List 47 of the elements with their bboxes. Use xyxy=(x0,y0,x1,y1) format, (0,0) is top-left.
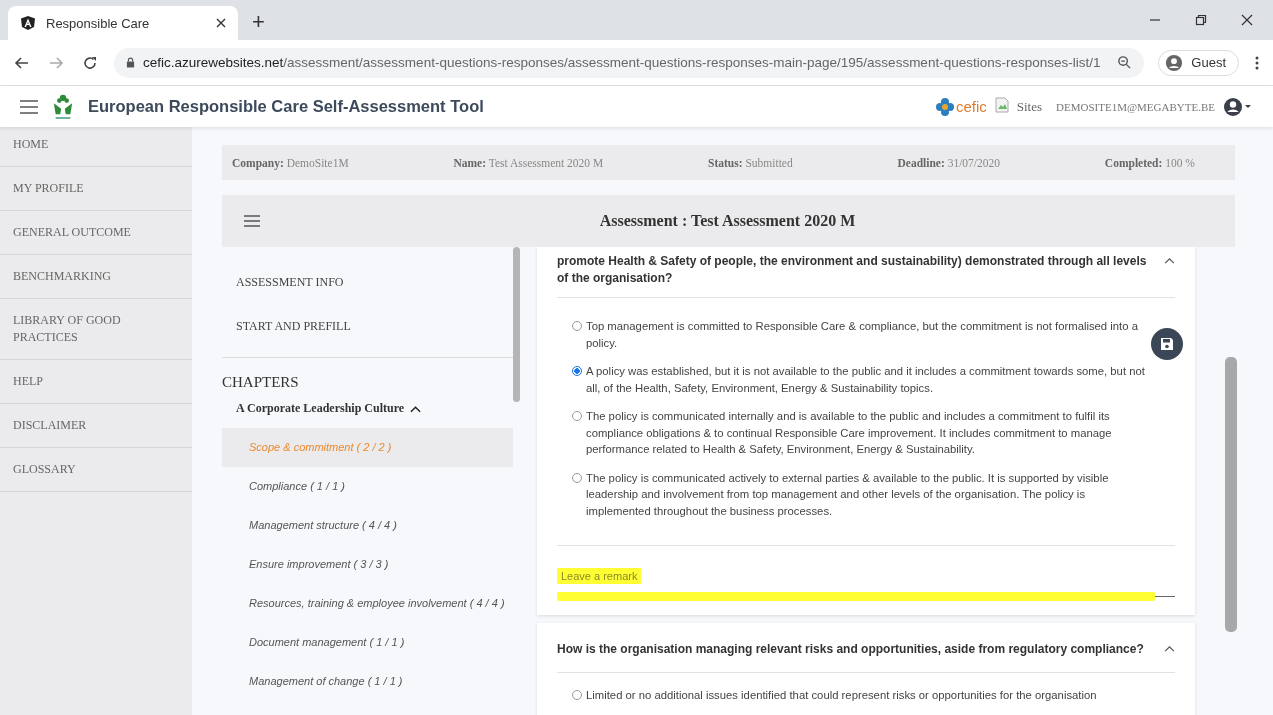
save-button[interactable] xyxy=(1151,328,1183,360)
account-menu-icon[interactable] xyxy=(1223,96,1253,117)
question-text: How is the organisation managing relevant risks and opportunities, aside from regulatory compliance? xyxy=(557,641,1145,658)
option-text: A policy was established, but it is not available to the public and it includes a commitment towards some, but not all, of the Health, Safety, Environment, Energy & Sustainability topics. xyxy=(586,364,1145,396)
section-item[interactable]: Document management ( 1 / 1 ) xyxy=(222,623,513,662)
chevron-icon xyxy=(410,404,422,413)
option-text: Top management is committed to Responsible Care & compliance, but the commitment is not formalised into a policy. xyxy=(586,319,1139,351)
scrollbar-thumb[interactable] xyxy=(1225,357,1237,632)
nav-link[interactable]: START AND PREFILL xyxy=(236,319,351,335)
sites-link[interactable]: Sites xyxy=(1016,98,1043,115)
chapters-heading: CHAPTERS xyxy=(222,373,300,391)
nav-link[interactable]: ASSESSMENT INFO xyxy=(236,275,344,291)
user-email: DEMOSITE1M@MEGABYTE.BE xyxy=(1056,100,1215,113)
info-field: Status: Submitted xyxy=(708,156,793,169)
scrollbar-thumb[interactable] xyxy=(513,247,520,402)
menu-icon[interactable] xyxy=(244,215,260,227)
assessment-title: Assessment : Test Assessment 2020 M xyxy=(598,212,857,230)
lock-icon xyxy=(126,57,135,68)
menu-icon[interactable] xyxy=(20,99,38,114)
info-field: Company: DemoSite1M xyxy=(232,156,349,169)
section-item[interactable]: Ensure improvement ( 3 / 3 ) xyxy=(222,545,513,584)
info-field: Completed: 100 % xyxy=(1104,156,1195,169)
new-tab-button[interactable]: + xyxy=(252,10,265,34)
address-field[interactable]: cefic.azurewebsites.net/assessment/assessment-questions-responses/assessment-questions-responses-main-page/195/assessment-questions-responses-list/1 xyxy=(114,47,1145,78)
tab-title: Responsible Care xyxy=(46,15,151,31)
question-text: promote Health & Safety of people, the environment and sustainability) demonstrated through all levels of the organisation? xyxy=(557,253,1148,287)
zoom-icon[interactable] xyxy=(1117,55,1133,70)
restore-icon[interactable] xyxy=(1195,14,1207,26)
info-field: Deadline: 31/07/2020 xyxy=(897,156,1001,169)
radio-button[interactable] xyxy=(572,366,582,376)
flower-icon xyxy=(934,96,955,117)
close-icon[interactable] xyxy=(1241,14,1253,26)
app-title: European Responsible Care Self-Assessment Tool xyxy=(88,97,484,116)
option-text: The policy is communicated internally and is available to the public and includes a commitment to fulfil its compliance obligations & to continual Responsible Care improvement. It includes commitment to manage performance related to Health & Safety, Environment, Energy & Sustainability. xyxy=(586,409,1113,457)
section-item[interactable]: Management structure ( 4 / 4 ) xyxy=(222,506,513,545)
close-icon[interactable] xyxy=(216,18,226,28)
browser-tab[interactable]: Responsible Care xyxy=(8,6,238,40)
info-field: Name: Test Assessment 2020 M xyxy=(453,156,604,169)
app-logo-icon xyxy=(20,15,36,31)
section-item[interactable]: Compliance ( 1 / 1 ) xyxy=(222,467,513,506)
section-item[interactable]: Resources, training & employee involvement ( 4 / 4 ) xyxy=(222,584,513,623)
section-item[interactable]: Management of change ( 1 / 1 ) xyxy=(222,662,513,701)
broken-image-icon xyxy=(994,96,1009,113)
person-icon xyxy=(1165,53,1184,72)
chapter-toggle[interactable]: A Corporate Leadership Culture xyxy=(222,391,520,428)
option-text: Limited or no additional issues identified that could represent risks or opportunities for the organisation xyxy=(586,688,1097,703)
option-text: The policy is communicated actively to external parties & available to the public. It is supported by visible leadership and involvement from top management and other levels of the organisation. The policy is implemented throughout the business processes. xyxy=(586,470,1110,519)
